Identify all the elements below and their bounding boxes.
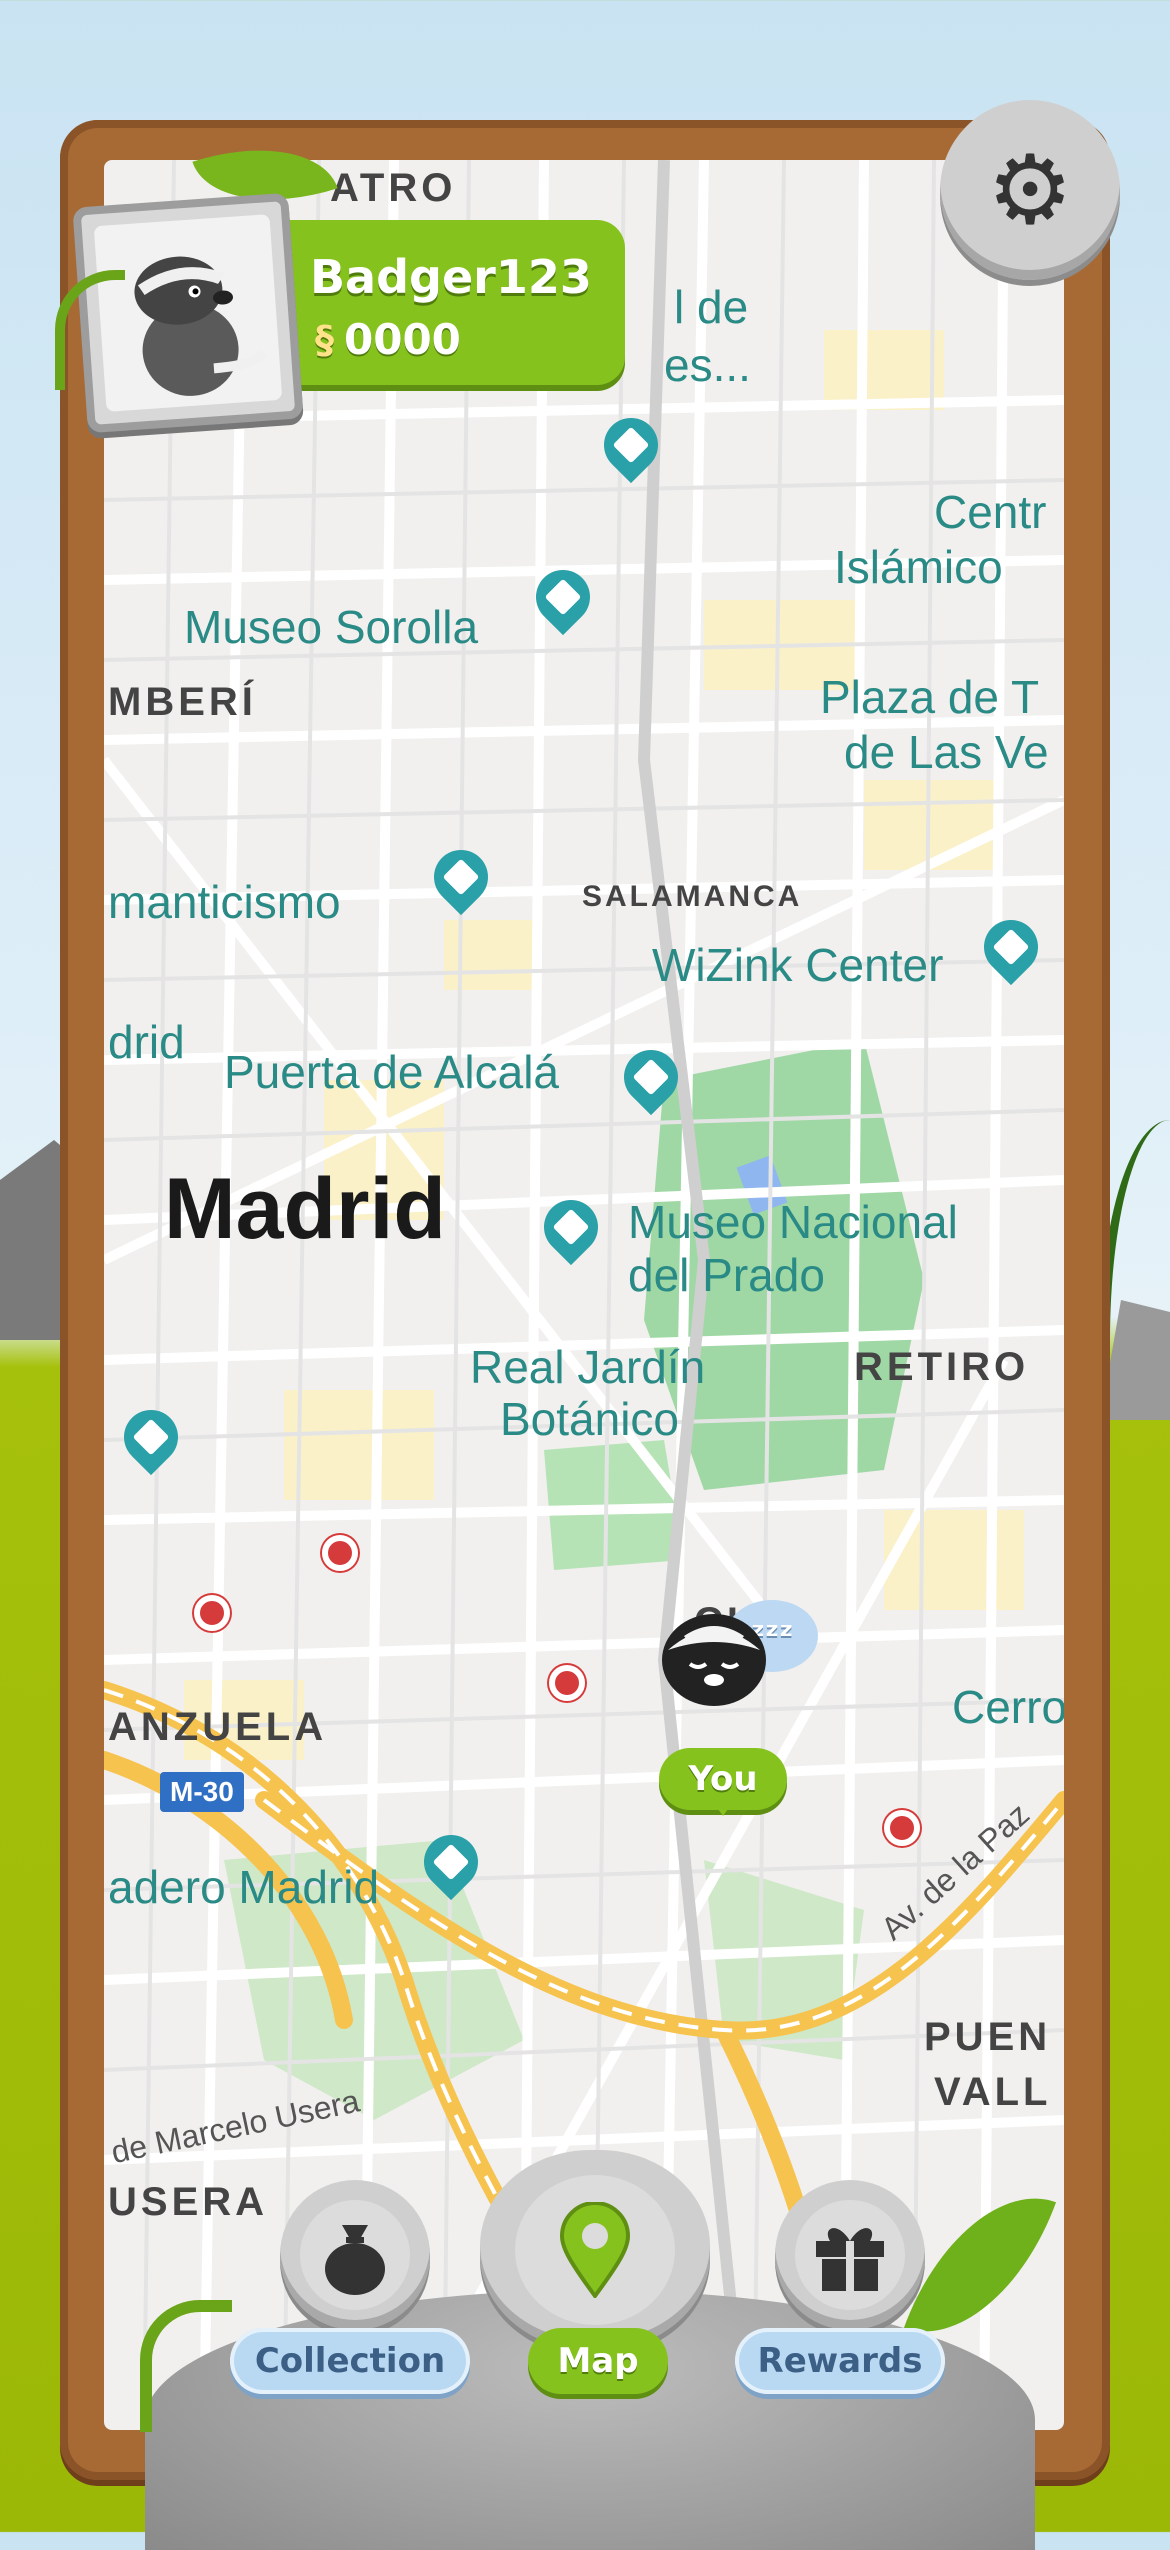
transit-stop-icon[interactable]	[884, 1810, 920, 1846]
map-label: ATRO	[330, 166, 457, 210]
player-marker[interactable]: ᶻᶻᶻ You	[654, 1600, 834, 1840]
coin-balance: § 0000	[315, 315, 461, 364]
map-label: manticismo	[108, 876, 341, 928]
map-label: RETIRO	[854, 1345, 1030, 1389]
transit-stop-icon[interactable]	[194, 1595, 230, 1631]
map-label: del Prado	[628, 1249, 825, 1301]
profile-card[interactable]: Badger123 § 0000	[260, 220, 625, 385]
decorative-vine	[140, 2300, 232, 2432]
map-view[interactable]: ATRO l de es... Centr Islámico Museo Sor…	[104, 160, 1064, 2430]
map-label: Centr	[934, 486, 1047, 538]
you-label: You	[659, 1748, 787, 1816]
bag-icon	[325, 2225, 385, 2295]
map-label: drid	[108, 1016, 185, 1068]
map-label: de Las Ve	[844, 726, 1049, 778]
map-label: es...	[664, 339, 751, 391]
collection-label[interactable]: Collection	[230, 2328, 470, 2394]
username: Badger123	[310, 250, 592, 304]
map-label: SALAMANCA	[582, 880, 803, 913]
map-label: l de	[674, 281, 749, 333]
transit-stop-icon[interactable]	[549, 1665, 585, 1701]
coin-count: 0000	[344, 315, 461, 364]
settings-button[interactable]: ⚙	[940, 100, 1120, 280]
map-label: ANZUELA	[108, 1705, 328, 1749]
map-label: USERA	[108, 2180, 269, 2224]
highway-shield: M-30	[160, 1772, 244, 1812]
map-label: Museo Nacional	[628, 1196, 958, 1248]
map-label-button[interactable]: Map	[528, 2328, 668, 2394]
map-label: PUEN	[924, 2015, 1052, 2059]
map-label: Museo Sorolla	[184, 601, 479, 653]
city-label: Madrid	[164, 1161, 446, 1257]
map-label: Islámico	[834, 541, 1003, 593]
rewards-stone[interactable]	[775, 2180, 925, 2330]
map-label: Puerta de Alcalá	[224, 1046, 560, 1098]
collection-stone[interactable]	[280, 2180, 430, 2330]
gear-icon: ⚙	[986, 134, 1074, 246]
map-label: Plaza de T	[820, 671, 1040, 723]
location-pin-icon	[560, 2202, 630, 2298]
map-label: Cerro	[952, 1681, 1064, 1733]
gift-icon	[816, 2228, 884, 2291]
map-base	[104, 160, 1064, 2430]
map-stone[interactable]	[480, 2150, 710, 2350]
map-frame: ATRO l de es... Centr Islámico Museo Sor…	[60, 120, 1110, 2480]
map-label: MBERÍ	[108, 680, 257, 724]
map-label: adero Madrid	[108, 1861, 380, 1913]
map-label: VALL	[934, 2070, 1052, 2114]
map-label: Real Jardín	[470, 1341, 706, 1393]
badger-avatar-icon	[662, 1614, 766, 1706]
map-label: WiZink Center	[652, 939, 944, 991]
coin-icon: §	[315, 317, 334, 362]
map-label: Botánico	[500, 1393, 680, 1445]
rewards-label[interactable]: Rewards	[735, 2328, 945, 2394]
transit-stop-icon[interactable]	[322, 1535, 358, 1571]
